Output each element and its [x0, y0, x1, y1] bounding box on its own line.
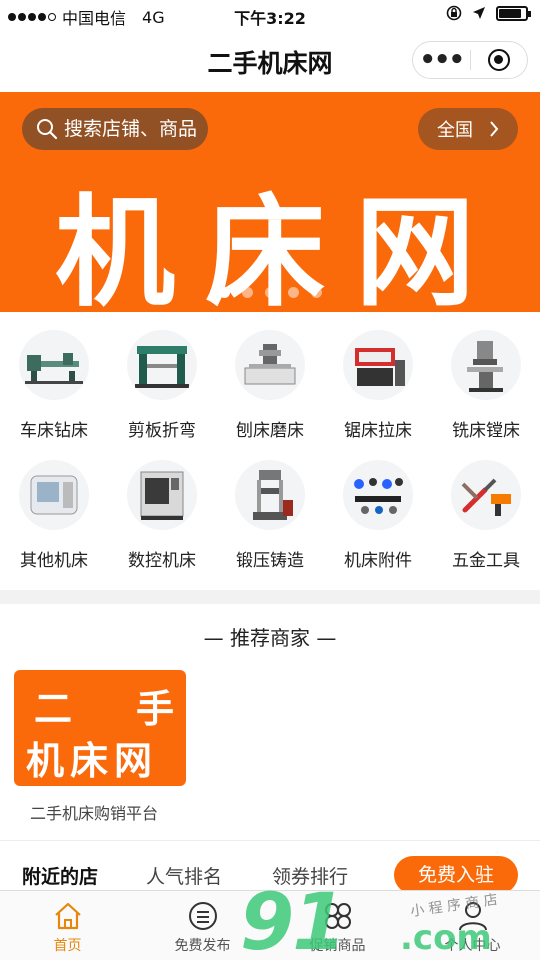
banner[interactable]: 机床网 全国	[0, 92, 540, 312]
milling-machine-icon	[451, 330, 521, 400]
press-icon	[235, 460, 305, 530]
merchant-name[interactable]: 二手机床购销平台	[30, 800, 158, 824]
merchant-logo[interactable]: 二 手 机床网	[14, 670, 186, 786]
tabbar-home[interactable]: 首页	[0, 891, 135, 960]
location-icon	[473, 7, 485, 19]
category-shear-bend[interactable]: 剪板折弯	[108, 320, 216, 450]
category-label: 剪板折弯	[128, 421, 196, 441]
tabbar-profile[interactable]: 个人中心	[405, 891, 540, 960]
tabbar-label: 首页	[53, 938, 82, 954]
tabbar-publish[interactable]: 免费发布	[135, 891, 270, 960]
nav-bar: 二手机床网 •••	[0, 30, 540, 90]
category-accessories[interactable]: 机床附件	[324, 450, 432, 580]
battery-icon	[496, 5, 531, 21]
category-planer-grinder[interactable]: 刨床磨床	[216, 320, 324, 450]
category-lathe-drill[interactable]: 车床钻床	[0, 320, 108, 450]
tabbar-label: 免费发布	[174, 938, 231, 954]
carousel-dot[interactable]	[310, 287, 322, 298]
category-grid: 车床钻床 剪板折弯 刨床磨床 锯床拉床 铣床镗床 其他机床 数控机床 锻压铸造 …	[0, 320, 540, 580]
section-divider	[0, 840, 540, 841]
shearing-machine-icon	[127, 330, 197, 400]
tab-popularity[interactable]: 人气排名	[146, 862, 222, 889]
merchant-logo-char: 手	[135, 687, 174, 731]
machine-icon	[19, 460, 89, 530]
section-divider	[0, 590, 540, 604]
carousel-dot[interactable]	[264, 287, 276, 298]
category-label: 车床钻床	[20, 421, 88, 441]
category-label: 锯床拉床	[344, 421, 412, 441]
grinder-icon	[235, 330, 305, 400]
category-forging-casting[interactable]: 锻压铸造	[216, 450, 324, 580]
merchant-logo-line2: 机床网	[26, 739, 159, 783]
tabbar-promotions[interactable]: 促销商品	[270, 891, 405, 960]
merchant-logo-char: 二	[34, 687, 73, 731]
category-label: 五金工具	[452, 551, 520, 571]
promotion-icon	[324, 903, 351, 929]
carousel-dot[interactable]	[287, 287, 299, 298]
tabbar-label: 促销商品	[309, 938, 366, 954]
region-label: 全国	[437, 120, 473, 141]
region-selector[interactable]: 全国	[418, 108, 518, 150]
cnc-machine-icon	[127, 460, 197, 530]
category-label: 其他机床	[20, 551, 88, 571]
lathe-icon	[19, 330, 89, 400]
tabbar-label: 个人中心	[444, 938, 501, 954]
merchant-logo-line1: 二 手	[34, 678, 174, 733]
category-label: 刨床磨床	[236, 421, 304, 441]
category-label: 锻压铸造	[236, 551, 304, 571]
close-mini-program-button[interactable]	[470, 49, 527, 71]
category-other-machines[interactable]: 其他机床	[0, 450, 108, 580]
search-bar[interactable]	[22, 108, 208, 150]
tools-icon	[451, 460, 521, 530]
search-input[interactable]	[64, 118, 204, 140]
category-saw-broach[interactable]: 锯床拉床	[324, 320, 432, 450]
carousel-indicator	[0, 287, 540, 298]
user-icon	[458, 902, 487, 931]
more-menu-icon[interactable]: •••	[413, 47, 470, 73]
search-icon	[37, 119, 58, 140]
tab-nearby[interactable]: 附近的店	[22, 862, 98, 889]
bottom-tab-bar: 首页 免费发布 促销商品 个人中心	[0, 890, 540, 960]
publish-icon	[188, 902, 217, 930]
category-hardware-tools[interactable]: 五金工具	[432, 450, 540, 580]
mini-program-capsule: •••	[412, 41, 528, 79]
free-join-button[interactable]: 免费入驻	[394, 856, 518, 894]
chevron-right-icon	[490, 121, 499, 137]
home-icon	[54, 902, 81, 930]
recommended-title: — 推荐商家 —	[203, 626, 337, 650]
accessories-icon	[343, 460, 413, 530]
target-icon	[487, 49, 510, 71]
status-bar: 中国电信 4G 下午3:22	[0, 0, 540, 30]
status-right	[446, 5, 531, 21]
sawing-machine-icon	[343, 330, 413, 400]
rotation-lock-icon	[446, 5, 462, 21]
category-label: 数控机床	[128, 551, 196, 571]
category-cnc[interactable]: 数控机床	[108, 450, 216, 580]
category-label: 铣床镗床	[452, 421, 520, 441]
category-label: 机床附件	[344, 551, 412, 571]
tab-coupons[interactable]: 领券排行	[272, 862, 348, 889]
category-mill-bore[interactable]: 铣床镗床	[432, 320, 540, 450]
carousel-dot[interactable]	[241, 287, 253, 298]
carousel-dot[interactable]	[218, 287, 230, 298]
